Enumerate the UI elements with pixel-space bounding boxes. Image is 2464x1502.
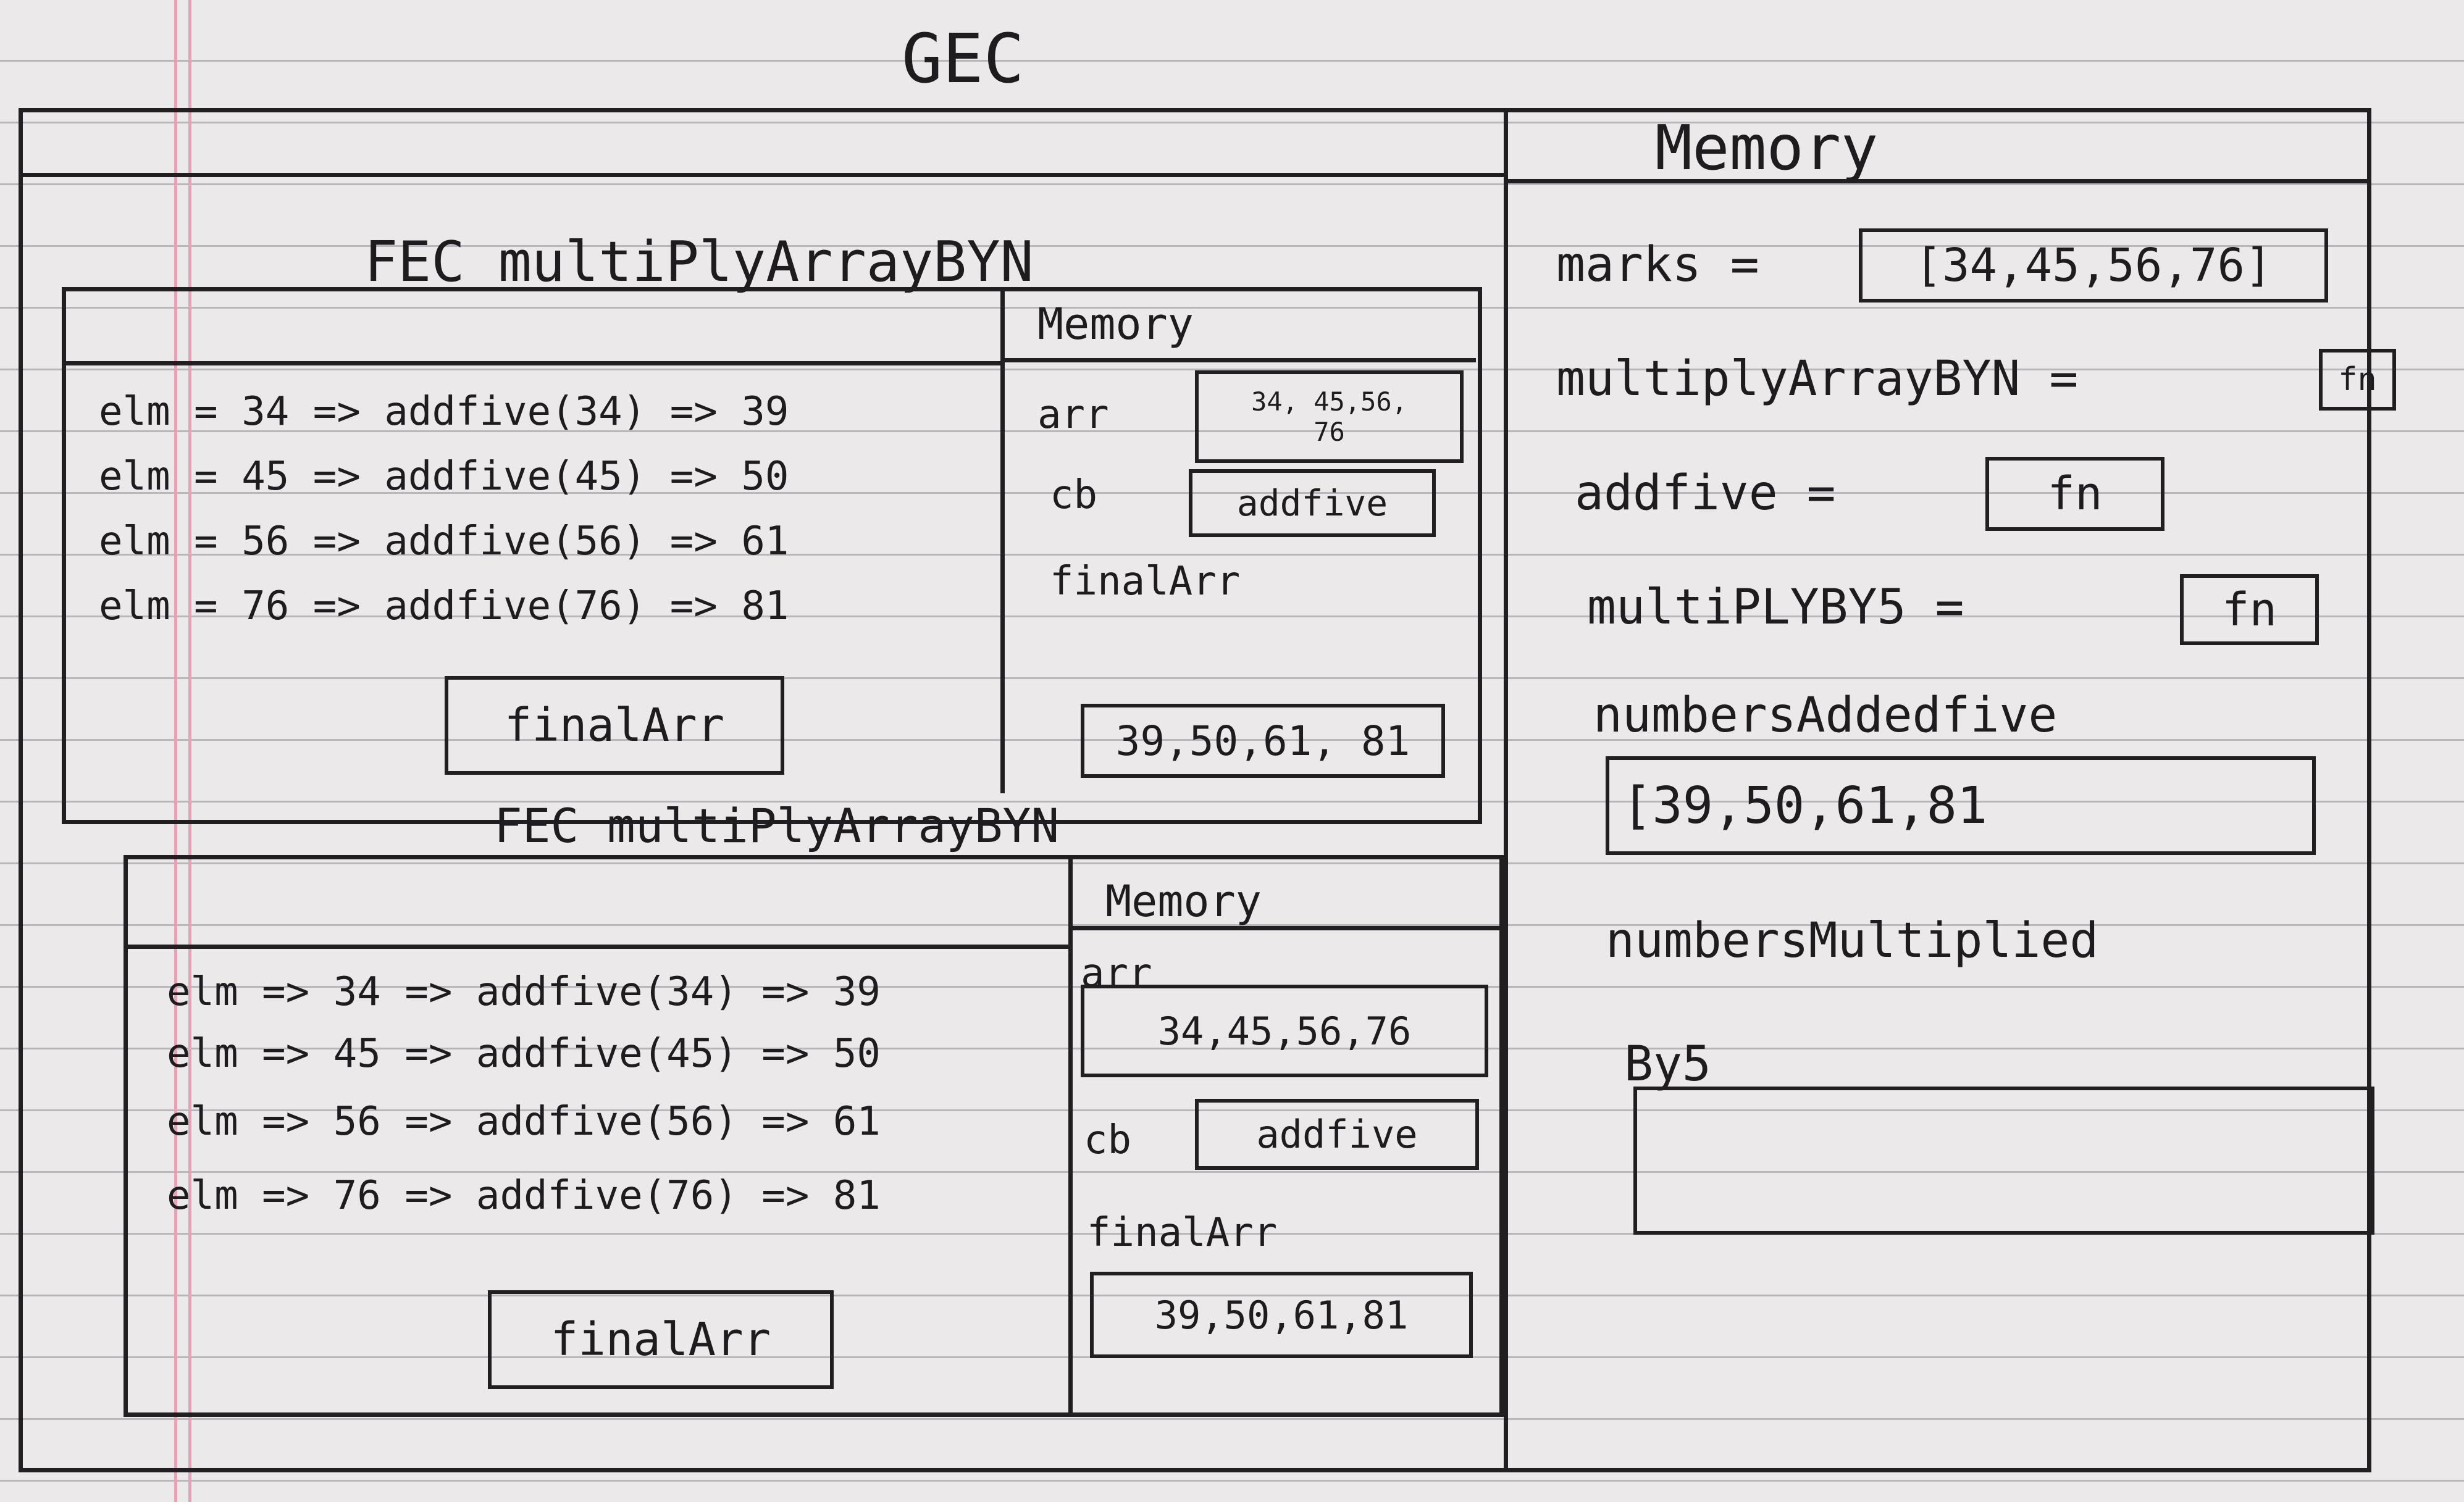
fec1-return-text: finalArr	[504, 699, 725, 752]
fec2-cb-label: cb	[1084, 1117, 1132, 1163]
fec2-return-text: finalArr	[550, 1313, 771, 1366]
fec2-arr-value: 34,45,56,76	[1081, 985, 1488, 1077]
multiplyby5-label: multiPLYBY5 =	[1587, 580, 1964, 635]
fec2-finalarr-value-text: 39,50,61,81	[1154, 1292, 1409, 1338]
fec2-split-line	[1068, 858, 1073, 1417]
fec1-row: elm = 45 => addfive(45) => 50	[99, 454, 789, 499]
fec1-arr-value-line2: 76	[1314, 417, 1345, 447]
addfive-label: addfive =	[1575, 465, 1836, 521]
fec1-finalarr-value-text: 39,50,61, 81	[1115, 717, 1410, 765]
fec1-cb-value: addfive	[1189, 469, 1436, 537]
fec1-arr-value-line1: 34, 45,56,	[1251, 386, 1407, 417]
fec2-row: elm => 76 => addfive(76) => 81	[167, 1173, 881, 1219]
marks-value: [34,45,56,76]	[1859, 228, 2328, 302]
numbers-multiplied-label-2: By5	[1624, 1037, 1711, 1092]
fec2-memory-divider	[1071, 926, 1504, 930]
numbers-added-label: numbersAddedfive	[1593, 688, 2058, 743]
numbers-added-value-text: [39,50,61,81	[1622, 776, 1988, 835]
fec1-cb-label: cb	[1050, 472, 1098, 518]
fec1-header-divider	[62, 361, 1004, 365]
global-memory-divider	[1507, 179, 2371, 183]
numbers-multiplied-value	[1633, 1087, 2374, 1235]
marks-value-text: [34,45,56,76]	[1914, 239, 2273, 292]
gec-header-divider	[19, 173, 1507, 177]
addfive-value-text: fn	[2047, 467, 2103, 520]
fec1-arr-label: arr	[1037, 392, 1109, 438]
global-memory-title: Memory	[1655, 112, 1879, 184]
fec1-row: elm = 34 => addfive(34) => 39	[99, 389, 789, 435]
fec1-title: FEC multiPlyArrayBYN	[364, 230, 1034, 294]
fec2-row: elm => 34 => addfive(34) => 39	[167, 969, 881, 1015]
multiply-array-value: fn	[2319, 349, 2396, 411]
fec1-memory-title: Memory	[1037, 299, 1194, 349]
fec2-arr-value-text: 34,45,56,76	[1157, 1008, 1412, 1054]
addfive-value: fn	[1985, 457, 2164, 531]
marks-label: marks =	[1556, 237, 1759, 293]
numbers-multiplied-label: numbersMultiplied	[1606, 913, 2099, 969]
gec-title: GEC	[902, 19, 1025, 98]
multiply-array-label: multiplyArrayBYN =	[1556, 351, 2079, 407]
fec1-finalarr-label: finalArr	[1050, 559, 1241, 604]
fec1-memory-divider	[1000, 358, 1476, 362]
fec1-cb-value-text: addfive	[1236, 482, 1388, 524]
fec2-cb-value-text: addfive	[1256, 1112, 1418, 1157]
fec2-finalarr-label: finalArr	[1087, 1210, 1278, 1256]
fec1-row: elm = 56 => addfive(56) => 61	[99, 519, 789, 564]
multiply-array-value-text: fn	[2338, 361, 2377, 398]
fec2-memory-title: Memory	[1105, 876, 1262, 927]
fec1-finalarr-value: 39,50,61, 81	[1081, 704, 1445, 778]
fec1-return-box: finalArr	[445, 676, 784, 775]
fec2-finalarr-value: 39,50,61,81	[1090, 1272, 1473, 1358]
gec-split-line	[1504, 108, 1508, 1472]
fec2-header-divider	[124, 945, 1071, 949]
fec2-title: FEC multiPlyArrayBYN	[494, 798, 1060, 853]
multiplyby5-value: fn	[2180, 574, 2319, 645]
multiplyby5-value-text: fn	[2221, 583, 2278, 636]
fec1-row: elm = 76 => addfive(76) => 81	[99, 583, 789, 629]
fec2-row: elm => 45 => addfive(45) => 50	[167, 1031, 881, 1077]
fec2-return-box: finalArr	[488, 1290, 834, 1389]
fec2-row: elm => 56 => addfive(56) => 61	[167, 1099, 881, 1145]
fec2-cb-value: addfive	[1195, 1099, 1479, 1170]
numbers-added-value: [39,50,61,81	[1606, 756, 2316, 855]
fec1-arr-value: 34, 45,56, 76	[1195, 370, 1464, 463]
